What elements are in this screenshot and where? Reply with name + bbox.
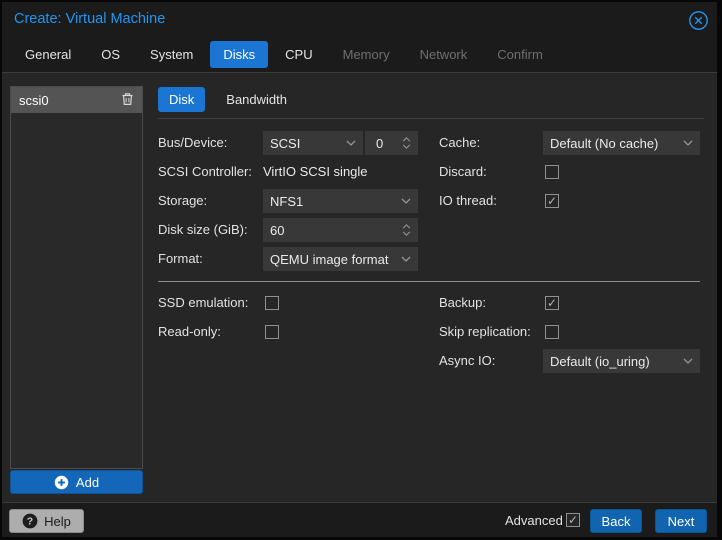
footer-bar: ? Help Advanced ✓ Back Next [2,504,717,537]
trash-icon[interactable] [121,92,134,109]
tab-memory: Memory [342,47,390,62]
scsi-controller-value: VirtIO SCSI single [263,164,368,179]
tab-confirm: Confirm [497,47,543,62]
question-circle-icon: ? [22,513,38,529]
tab-general[interactable]: General [12,41,84,68]
svg-text:?: ? [27,516,33,528]
disk-list: scsi0 [10,86,143,469]
close-icon[interactable] [687,9,709,31]
disk-size-stepper[interactable]: 60 [263,218,418,242]
scsi-controller-label: SCSI Controller: [158,164,252,179]
wizard-tab-bar: General OS System Disks CPU Memory Netwo… [12,38,717,71]
tab-cpu[interactable]: CPU [272,41,325,68]
cache-select[interactable]: Default (No cache) [543,131,700,155]
chevron-down-icon [401,198,411,204]
help-button[interactable]: ? Help [9,509,84,533]
disk-subtabs: Disk Bandwidth [158,87,298,112]
async-io-select[interactable]: Default (io_uring) [543,349,700,373]
cache-label: Cache: [439,135,481,150]
advanced-label: Advanced [505,513,563,528]
io-thread-label: IO thread: [439,193,497,208]
bus-device-label: Bus/Device: [158,135,228,150]
disks-panel: scsi0 Add Disk Bandwidth Bus/Device: SCS… [2,72,717,503]
dialog-title: Create: Virtual Machine [14,11,166,27]
disk-size-label: Disk size (GiB): [158,222,248,237]
help-button-label: Help [44,513,71,529]
backup-label: Backup: [439,295,486,310]
spinner-arrows-icon[interactable] [402,224,411,236]
skip-replication-checkbox[interactable] [545,325,559,339]
discard-label: Discard: [439,164,487,179]
add-button-label: Add [75,474,100,490]
subtab-disk[interactable]: Disk [158,87,206,112]
subtab-separator [158,118,704,119]
async-io-label: Async IO: [439,353,496,368]
read-only-checkbox[interactable] [265,325,279,339]
storage-select[interactable]: NFS1 [263,189,418,213]
disk-list-item-scsi0[interactable]: scsi0 [11,87,142,113]
discard-checkbox[interactable] [545,165,559,179]
advanced-checkbox[interactable]: ✓ [566,513,580,527]
chevron-down-icon [401,256,411,262]
chevron-down-icon [683,358,693,364]
next-button[interactable]: Next [655,509,707,533]
bus-select[interactable]: SCSI [263,131,363,155]
format-select[interactable]: QEMU image format [263,247,418,271]
add-disk-button[interactable]: Add [10,470,143,494]
chevron-down-icon [683,140,693,146]
create-vm-dialog: Create: Virtual Machine General OS Syste… [2,2,717,537]
ssd-emulation-checkbox[interactable] [265,296,279,310]
advanced-separator [158,281,700,282]
ssd-emulation-label: SSD emulation: [158,295,249,310]
skip-replication-label: Skip replication: [439,324,531,339]
spinner-arrows-icon[interactable] [402,137,411,149]
title-bar: Create: Virtual Machine [2,2,717,38]
chevron-down-icon [346,140,356,146]
device-number-stepper[interactable]: 0 [365,131,418,155]
read-only-label: Read-only: [158,324,221,339]
tab-disks[interactable]: Disks [210,41,269,68]
backup-checkbox[interactable]: ✓ [545,296,559,310]
io-thread-checkbox[interactable]: ✓ [545,194,559,208]
tab-system[interactable]: System [137,41,206,68]
tab-network: Network [419,47,468,62]
tab-os[interactable]: OS [88,41,133,68]
plus-circle-icon [54,475,69,490]
disk-item-label: scsi0 [19,92,49,108]
format-label: Format: [158,251,203,266]
subtab-bandwidth[interactable]: Bandwidth [215,87,298,112]
back-button[interactable]: Back [590,509,642,533]
storage-label: Storage: [158,193,208,208]
